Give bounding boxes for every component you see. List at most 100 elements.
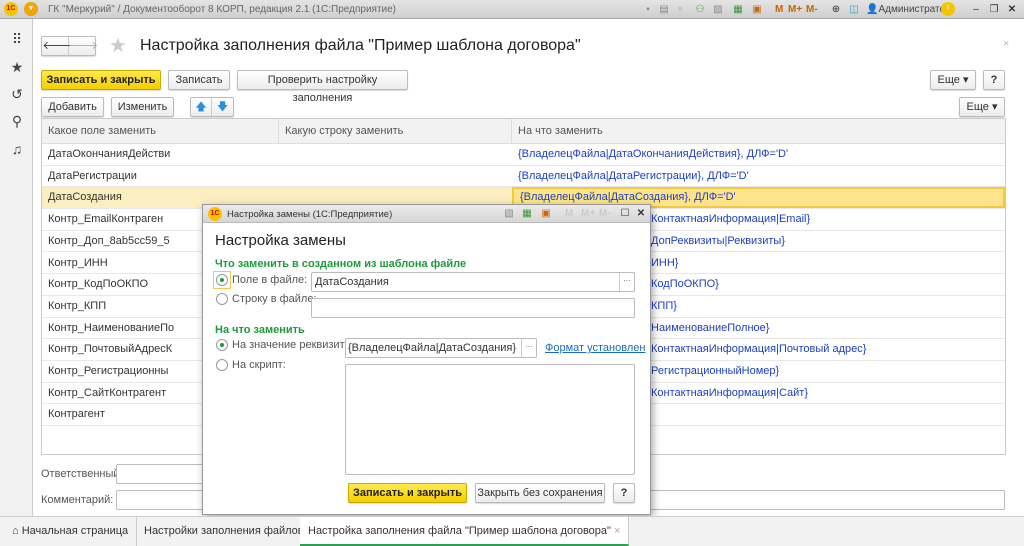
calculator-icon[interactable]: ▦ <box>732 4 744 15</box>
radio-field-in-file[interactable] <box>216 274 228 286</box>
user-icon: 👤 <box>866 4 879 15</box>
close-icon[interactable]: ✕ <box>1006 4 1018 15</box>
save-button[interactable]: Записать <box>168 70 230 90</box>
page-title: Настройка заполнения файла "Пример шабло… <box>140 37 581 54</box>
field-cell: ДатаОкончанияДействи <box>48 148 171 160</box>
main-menu-button[interactable]: ▾ <box>24 2 38 16</box>
calculator-icon[interactable]: ▦ <box>521 208 533 219</box>
user-name[interactable]: 👤Администратор <box>866 4 951 15</box>
home-icon: ⌂ <box>12 525 22 537</box>
edit-button[interactable]: Изменить <box>111 97 174 117</box>
nav-buttons: 🡐🡒 <box>41 36 99 56</box>
column-header[interactable]: Какое поле заменить <box>42 119 279 144</box>
print-icon[interactable]: ▤ <box>658 4 670 15</box>
star-icon[interactable]: ★ <box>8 59 26 77</box>
app-titlebar: 1С ▾ ГК "Меркурий" / Документооборот 8 К… <box>0 0 1024 19</box>
field-cell: ДатаРегистрации <box>48 169 137 182</box>
select-button[interactable]: ... <box>619 273 634 291</box>
tab-fill-setting-file[interactable]: Настройка заполнения файла "Пример шабло… <box>300 517 630 546</box>
preview-icon[interactable]: ▫ <box>674 4 686 15</box>
link-icon[interactable]: ⚇ <box>694 4 706 15</box>
more-button[interactable]: Еще ▾ <box>930 70 976 90</box>
dialog-window-title: Настройка замены (1С:Предприятие) <box>227 209 393 220</box>
select-button[interactable]: ... <box>521 339 536 357</box>
save-icon[interactable]: ▪ <box>642 4 654 15</box>
string-in-file-label: Строку в файле: <box>232 293 317 305</box>
column-header[interactable]: На что заменить <box>512 119 1005 144</box>
help-button[interactable]: ? <box>983 70 1005 90</box>
column-header[interactable]: Какую строку заменить <box>279 119 512 144</box>
string-in-file-input[interactable] <box>311 298 635 318</box>
info-icon[interactable]: i <box>941 2 955 16</box>
panels-icon[interactable]: ◫ <box>848 4 860 15</box>
close-tab-icon[interactable]: × <box>614 525 620 537</box>
save-close-button[interactable]: Записать и закрыть <box>41 70 161 90</box>
move-up-button[interactable]: 🡅 <box>191 98 212 116</box>
move-buttons: 🡅 🡇 <box>190 97 234 117</box>
field-in-file-input[interactable]: ДатаСоздания... <box>311 272 635 292</box>
dialog-help-button[interactable]: ? <box>613 483 635 503</box>
tab-label: Начальная страница <box>21 525 129 537</box>
memory-plus-button[interactable]: M+ <box>581 208 595 219</box>
close-icon[interactable]: ✕ <box>635 208 647 219</box>
app-title: ГК "Меркурий" / Документооборот 8 КОРП, … <box>48 4 397 15</box>
minimize-icon[interactable]: – <box>970 4 982 15</box>
radio-attribute-value[interactable] <box>216 339 228 351</box>
add-button[interactable]: Добавить <box>41 97 104 117</box>
back-button[interactable]: 🡐 <box>43 37 72 55</box>
table-row[interactable]: ДатаОкончанияДействи {ВладелецФайла|ДатаО… <box>42 144 1005 166</box>
dialog-titlebar: 1С Настройка замены (1С:Предприятие) ▧ ▦… <box>203 205 650 223</box>
memory-minus-button[interactable]: M- <box>806 4 818 15</box>
dialog-heading: Настройка замены <box>215 232 346 249</box>
maximize-icon[interactable]: ☐ <box>619 208 631 219</box>
sidebar: ⠿ ★ ↺ ⚲ ♫ <box>0 19 33 516</box>
zoom-in-icon[interactable]: ⊕ <box>830 4 842 15</box>
tab-label: Настройка заполнения файла "Пример шабло… <box>308 525 611 537</box>
favorite-star-icon[interactable]: ★ <box>109 33 127 58</box>
script-label: На скрипт: <box>232 359 286 371</box>
field-in-file-value: ДатаСоздания <box>315 276 389 288</box>
radio-script[interactable] <box>216 359 228 371</box>
memory-plus-button[interactable]: M+ <box>788 4 802 15</box>
calendar-icon[interactable]: ▣ <box>540 208 552 219</box>
memory-minus-button[interactable]: M- <box>599 208 611 219</box>
restore-icon[interactable]: ❐ <box>988 4 1000 15</box>
app-logo: 1С <box>4 2 18 16</box>
dialog-save-close-button[interactable]: Записать и закрыть <box>348 483 467 503</box>
scan-icon[interactable]: ▧ <box>503 208 515 219</box>
calendar-icon[interactable]: ▣ <box>751 4 763 15</box>
field-in-file-label: Поле в файле: <box>232 274 308 286</box>
tab-label: Настройки заполнения файлов <box>144 525 304 537</box>
value-cell: {ВладелецФайла|ДатаРегистрации}, ДЛФ='D' <box>518 169 749 182</box>
attribute-value-label: На значение реквизита: <box>232 339 354 351</box>
open-windows-bar: ⌂ Начальная страница Настройки заполнени… <box>0 516 1024 546</box>
scan-icon[interactable]: ▧ <box>712 4 724 15</box>
table-more-button[interactable]: Еще ▾ <box>959 97 1005 117</box>
radio-string-in-file[interactable] <box>216 293 228 305</box>
search-icon[interactable]: ⚲ <box>8 113 26 131</box>
close-form-icon[interactable]: × <box>1003 38 1009 50</box>
responsible-label: Ответственный: <box>41 468 123 480</box>
dialog-logo: 1С <box>208 207 222 221</box>
user-label: Администратор <box>878 4 951 15</box>
move-down-button[interactable]: 🡇 <box>212 98 233 116</box>
memory-button[interactable]: M <box>565 208 573 219</box>
tab-fill-settings[interactable]: Настройки заполнения файлов × <box>136 517 323 546</box>
history-icon[interactable]: ↺ <box>8 86 26 104</box>
value-cell: {ВладелецФайла|ДатаОкончанияДействия}, Д… <box>518 148 789 160</box>
check-settings-button[interactable]: Проверить настройку заполнения <box>237 70 408 104</box>
comment-label: Комментарий: <box>41 494 114 506</box>
tab-home[interactable]: ⌂ Начальная страница <box>4 517 138 546</box>
section-with-title: На что заменить <box>215 324 305 336</box>
script-textarea[interactable] <box>345 364 635 475</box>
memory-button[interactable]: M <box>775 4 783 15</box>
close-without-saving-button[interactable]: Закрыть без сохранения <box>475 483 605 503</box>
table-row[interactable]: ДатаРегистрации {ВладелецФайла|ДатаРегист… <box>42 166 1005 188</box>
bell-icon[interactable]: ♫ <box>8 141 26 159</box>
attribute-value-text: {ВладелецФайла|ДатаСоздания} <box>348 342 517 354</box>
apps-grid-icon[interactable]: ⠿ <box>8 31 26 49</box>
format-link[interactable]: Формат установлен <box>545 342 645 354</box>
forward-button[interactable]: 🡒 <box>69 37 99 55</box>
attribute-value-input[interactable]: {ВладелецФайла|ДатаСоздания}... <box>345 338 537 358</box>
section-what-title: Что заменить в созданном из шаблона файл… <box>215 258 467 270</box>
